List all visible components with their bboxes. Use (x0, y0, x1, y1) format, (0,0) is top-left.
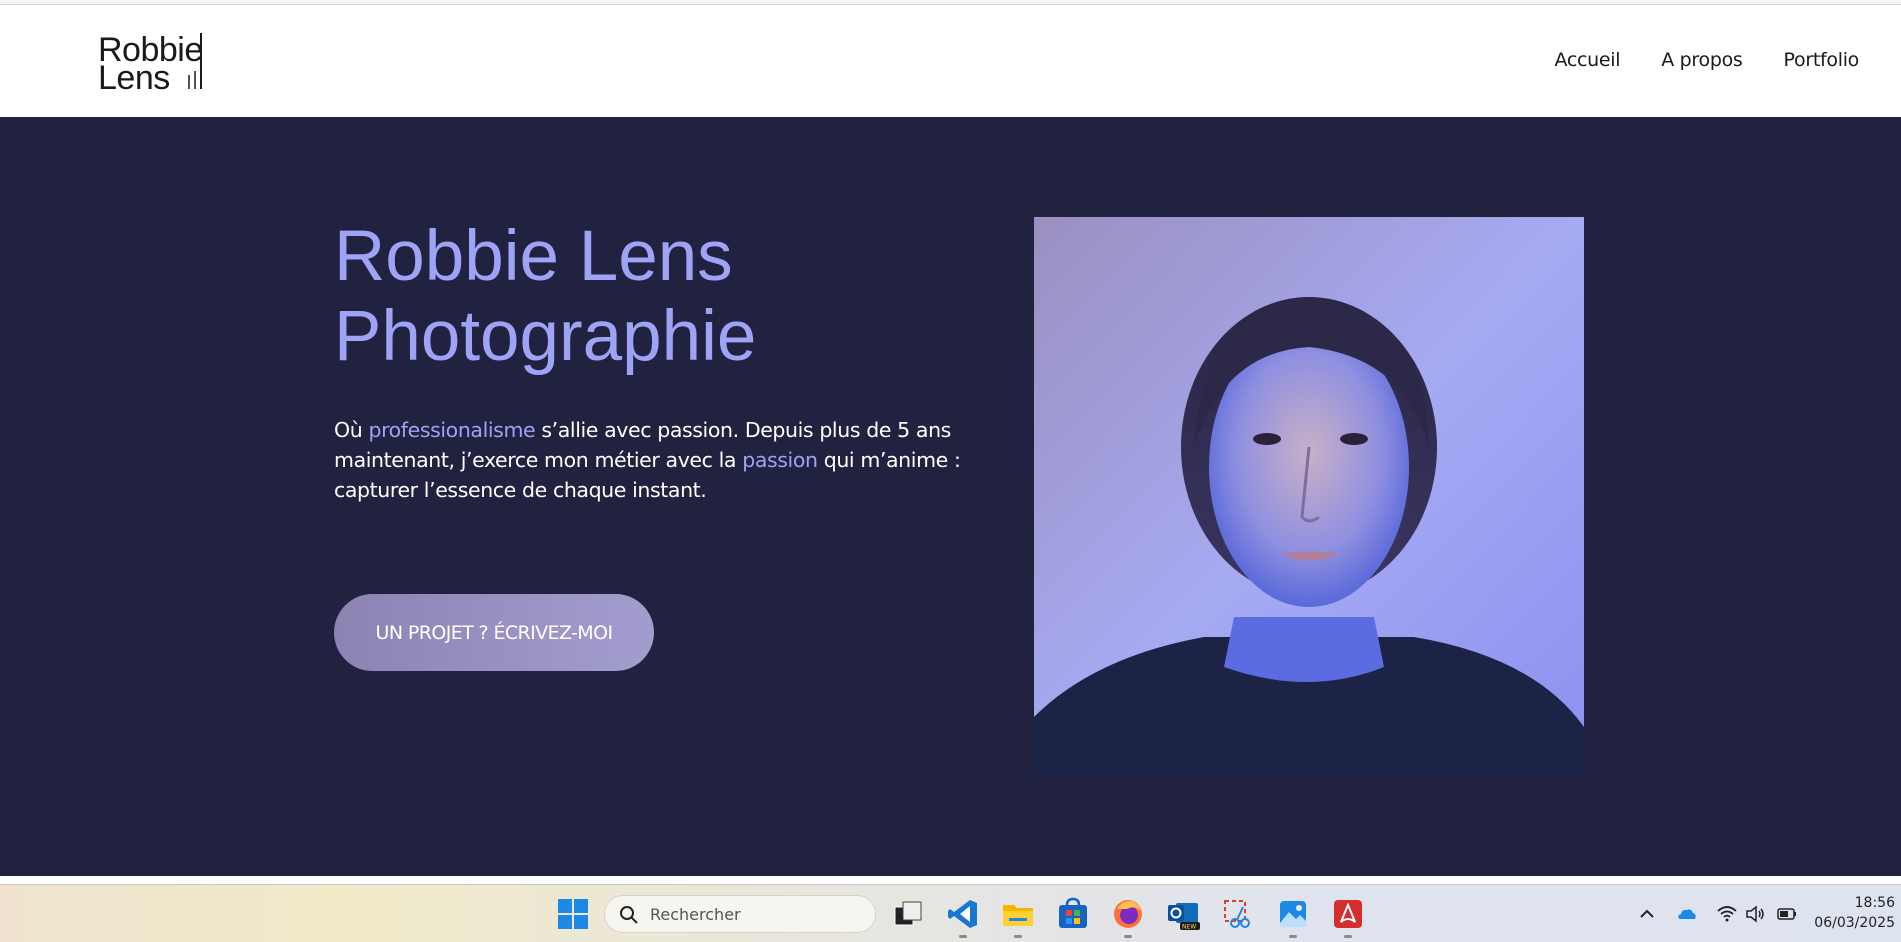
taskbar-search-box[interactable]: Rechercher (604, 895, 876, 933)
onedrive-icon[interactable] (1675, 903, 1697, 925)
file-explorer-icon[interactable] (1001, 897, 1035, 931)
hero-title-line2: Photographie (334, 297, 757, 376)
portrait-image (1034, 217, 1584, 776)
nav-link-accueil[interactable]: Accueil (1554, 49, 1620, 71)
hero-title: Robbie Lens Photographie (334, 217, 974, 377)
firefox-running-indicator (1124, 935, 1132, 938)
wifi-icon[interactable] (1716, 903, 1738, 925)
acrobat-icon[interactable] (1331, 897, 1365, 931)
nav-link-a-propos[interactable]: A propos (1661, 49, 1743, 71)
snipping-tool-icon[interactable] (1221, 897, 1255, 931)
contact-cta-button[interactable]: UN PROJET ? ÉCRIVEZ-MOI (334, 594, 654, 671)
firefox-icon[interactable] (1111, 897, 1145, 931)
portrait-photo (1034, 217, 1584, 776)
intro-highlight-2: passion (742, 448, 818, 472)
site-header: Robbie Lens Accueil A propos Portfolio (0, 5, 1901, 117)
task-view-icon[interactable] (891, 897, 925, 931)
search-placeholder: Rechercher (650, 905, 741, 924)
page-bottom-divider (0, 876, 1901, 884)
windows-start-icon[interactable] (556, 897, 590, 931)
outlook-new-icon[interactable]: NEW (1166, 897, 1200, 931)
logo-bars-icon (188, 33, 202, 89)
clock-time: 18:56 (1854, 895, 1895, 911)
hero-intro: Où professionalisme s’allie avec passion… (334, 415, 974, 505)
hero-section: Robbie Lens Photographie Où professional… (0, 117, 1901, 876)
clock-date: 06/03/2025 (1814, 915, 1895, 931)
search-icon (620, 906, 638, 924)
vscode-running-indicator (959, 935, 967, 938)
photos-icon[interactable] (1276, 897, 1310, 931)
photos-running-indicator (1289, 935, 1297, 938)
battery-icon[interactable] (1776, 903, 1798, 925)
main-nav: Accueil A propos Portfolio (1554, 49, 1859, 71)
store-icon[interactable] (1056, 897, 1090, 931)
intro-highlight-1: professionalisme (368, 418, 536, 442)
logo-text-line2: Lens (98, 59, 170, 97)
chevron-up-icon[interactable] (1636, 903, 1658, 925)
hero-title-line1: Robbie Lens (334, 217, 733, 296)
explorer-running-indicator (1014, 935, 1022, 938)
vscode-icon[interactable] (946, 897, 980, 931)
site-logo[interactable]: Robbie Lens (98, 29, 208, 97)
windows-taskbar: Rechercher NEW 18:56 06/03/2025 (0, 884, 1901, 942)
taskbar-clock[interactable]: 18:56 06/03/2025 (1814, 893, 1895, 933)
svg-text:NEW: NEW (1182, 924, 1196, 931)
nav-link-portfolio[interactable]: Portfolio (1784, 49, 1860, 71)
intro-text-1: Où (334, 418, 369, 442)
volume-icon[interactable] (1744, 903, 1766, 925)
acrobat-running-indicator (1344, 935, 1352, 938)
